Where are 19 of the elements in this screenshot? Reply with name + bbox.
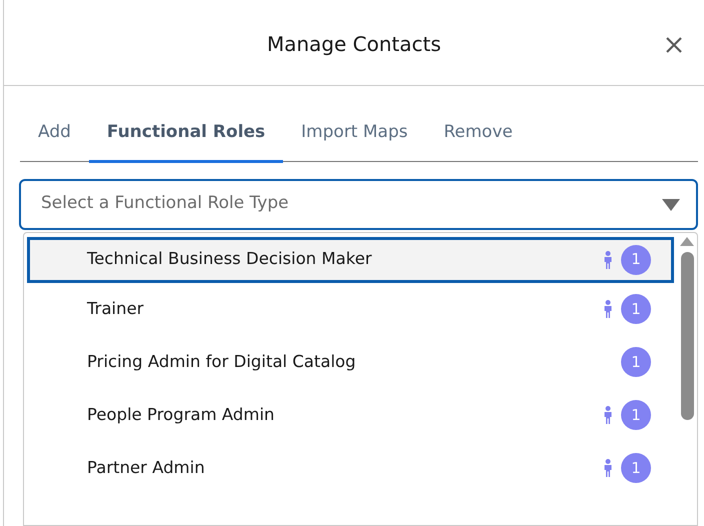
role-option[interactable]: People Program Admin 1 [27, 388, 674, 442]
role-option[interactable]: Partner Admin 1 [27, 442, 674, 494]
role-option[interactable]: Trainer 1 [27, 282, 674, 336]
scrollbar-thumb[interactable] [680, 252, 694, 420]
role-option[interactable]: Pricing Admin for Digital Catalog 1 [27, 336, 674, 388]
count-badge: 1 [621, 400, 651, 430]
count-badge: 1 [621, 244, 651, 274]
count-badge: 1 [621, 294, 651, 324]
modal-title: Manage Contacts [266, 30, 442, 58]
count-badge: 1 [621, 453, 651, 483]
role-type-combobox[interactable]: Select a Functional Role Type [19, 178, 698, 230]
scroll-up-icon[interactable] [680, 236, 694, 246]
tab[interactable]: Import Maps [283, 112, 426, 162]
dropdown-caret-icon [662, 198, 680, 210]
tab[interactable]: Add [20, 112, 89, 162]
role-option[interactable]: Technical Business Decision Maker 1 [27, 236, 674, 282]
tab[interactable]: Remove [426, 112, 531, 162]
tab[interactable]: Functional Roles [88, 112, 284, 162]
count-badge: 1 [621, 347, 651, 377]
